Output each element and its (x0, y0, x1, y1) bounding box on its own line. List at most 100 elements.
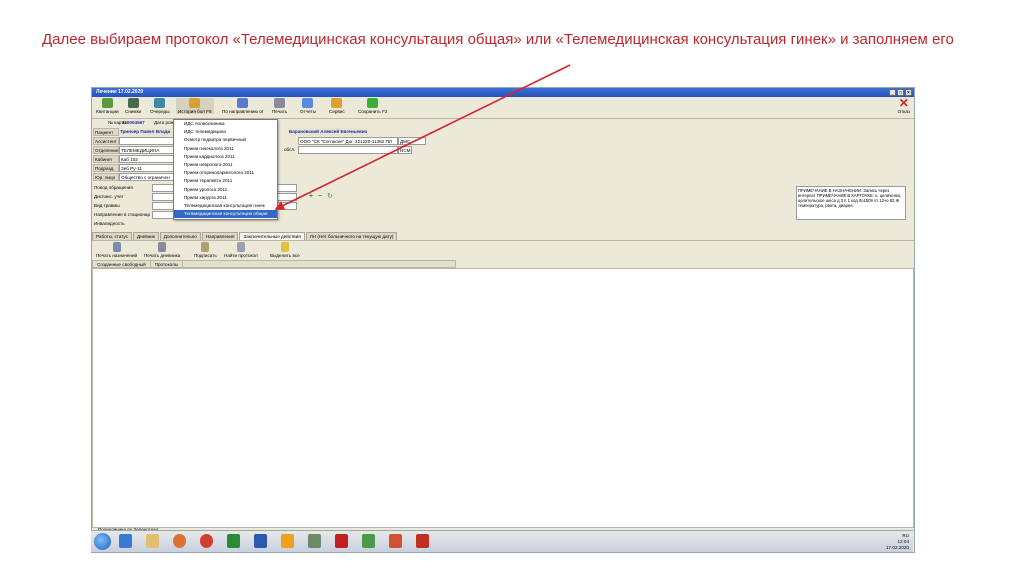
tool-icon[interactable] (362, 534, 375, 548)
history-button[interactable]: История бол F8 (176, 98, 214, 114)
tab-works-status[interactable]: Работы, статус (92, 232, 133, 240)
print-button[interactable]: Печать (272, 98, 287, 114)
tab-sick-leave[interactable]: ЛН (Нет больничного на текущую дату) (305, 232, 398, 240)
subdivision-field[interactable]: Зеб Ру-11 (119, 164, 174, 172)
print-assign-icon (112, 242, 121, 252)
add-icon[interactable]: + (309, 193, 313, 201)
minimize-button[interactable]: _ (889, 89, 896, 96)
card-number: 110004567 (122, 120, 145, 125)
ie-icon[interactable] (119, 534, 132, 548)
print-icon (274, 98, 286, 108)
find-protocol-button[interactable]: Найти протокол (224, 242, 258, 258)
system-tray: RU 12:04 17.02.2020 (886, 533, 909, 551)
dropdown-item[interactable]: ИДС полисклиника (174, 120, 277, 128)
tab-referrals[interactable]: Направления (201, 232, 239, 240)
service-button[interactable]: Сервис (329, 98, 345, 114)
doctor-name: Барановский Алексей Евгеньевич (288, 128, 368, 136)
tab-final-actions[interactable]: Заключительные действия (239, 232, 305, 240)
dropdown-item[interactable]: Прием уролога 2011 (174, 186, 277, 194)
excel-icon[interactable] (227, 534, 240, 548)
paint-icon[interactable] (389, 534, 402, 548)
camera-button[interactable]: Снимки (125, 98, 141, 114)
window-controls: _ □ × (889, 89, 912, 96)
reports-button[interactable]: Отчеты (300, 98, 316, 114)
receipt-button[interactable]: Квитанции (96, 98, 119, 114)
clock-time: 12:04 (897, 539, 910, 544)
sign-icon (201, 242, 210, 252)
save-icon (367, 98, 379, 108)
contract-type-select[interactable]: ДМС (398, 137, 426, 145)
patient-label: Пациент (93, 128, 119, 136)
windows-taskbar: RU 12:04 17.02.2020 (91, 530, 913, 552)
history-icon (189, 98, 201, 108)
camera-icon (127, 98, 139, 108)
dropdown-item[interactable]: Прием кардиолога 2011 (174, 153, 277, 161)
save-button[interactable]: Сохранить F2 (358, 98, 387, 114)
referral-button[interactable]: По направлению от (222, 98, 264, 114)
slide-caption: Далее выбираем протокол «Телемедицинская… (42, 31, 954, 48)
contract-field[interactable]: ООО "СК "Согласие" Дог. 321220-11382 ПЛ (298, 137, 398, 145)
dropdown-item[interactable]: Прием оториноларинголога 2011 (174, 169, 277, 177)
dropdown-item[interactable]: Прием гинеколога 2011 (174, 145, 277, 153)
remove-icon[interactable]: − (318, 193, 322, 201)
start-button[interactable] (94, 533, 111, 550)
print-diary-button[interactable]: Печать дневника (144, 242, 180, 258)
language-indicator[interactable]: RU (902, 533, 909, 538)
subdivision-label: Подразд. (93, 164, 119, 172)
referral-icon (237, 98, 249, 108)
queue-button[interactable]: Очереды (150, 98, 170, 114)
reports-icon (302, 98, 314, 108)
dropdown-item[interactable]: Прием хирурга 2011 (174, 194, 277, 202)
hospital-label: Направление в стационар (94, 212, 150, 217)
sign-button[interactable]: Подписать (194, 242, 217, 258)
window-title: Лечение 17.02.2020 (96, 89, 144, 95)
dropdown-item[interactable]: Телемедицинская консультация гинек (174, 202, 277, 210)
birth-date-label: Дата рож (154, 120, 174, 125)
window-titlebar: Лечение 17.02.2020 _ □ × (92, 88, 914, 97)
obs-field[interactable] (298, 146, 398, 154)
print-assignments-button[interactable]: Печать назначений (96, 242, 137, 258)
cabinet-field[interactable]: Каб 102 (119, 155, 174, 163)
main-toolbar: Квитанции Снимки Очереды История бол F8 … (92, 97, 914, 119)
dropdown-item-selected[interactable]: Телемедицинская консультация общая (174, 210, 277, 219)
department-field[interactable]: ТЕЛЕМЕДИЦИНА (119, 146, 174, 154)
word-icon[interactable] (254, 534, 267, 548)
dropdown-item[interactable]: Прием невролога 2011 (174, 161, 277, 169)
cabinet-label: Кабинет (93, 155, 119, 163)
maximize-button[interactable]: □ (897, 89, 904, 96)
onec-icon[interactable] (281, 534, 294, 548)
media-icon[interactable] (173, 534, 186, 548)
injury-label: Вид травмы (94, 203, 120, 208)
pdf-icon[interactable] (335, 534, 348, 548)
legal-entity-field[interactable]: Общество с ограничен (119, 173, 174, 181)
subtab-protocols[interactable]: Протоколы (151, 261, 184, 267)
select-all-button[interactable]: Выделить все (270, 242, 300, 258)
dropdown-item[interactable]: ИДС телемедицина (174, 128, 277, 136)
powerpoint-icon[interactable] (416, 534, 429, 548)
cancel-button[interactable]: ✕ Отказ (898, 97, 910, 114)
service-icon (331, 98, 343, 108)
protocol-dropdown: ИДС полисклиника ИДС телемедицина Осмотр… (173, 119, 278, 220)
find-icon (236, 242, 245, 252)
chrome-icon[interactable] (200, 534, 213, 548)
tab-strip: Работы, статус Дневник Дополнительно Нап… (92, 232, 914, 240)
obs-label: обсл. (284, 147, 296, 152)
subtab-created[interactable]: Созданные свободный (93, 261, 151, 267)
app-icon[interactable] (308, 534, 321, 548)
close-button[interactable]: × (905, 89, 912, 96)
clock-date: 17.02.2020 (886, 545, 909, 550)
secondary-toolbar: Печать назначений Печать дневника Подпис… (92, 240, 914, 261)
subtab-strip: Созданные свободный Протоколы (92, 260, 456, 268)
tab-additional[interactable]: Дополнительно (159, 232, 201, 240)
patient-name: Тринчер Павел Влади (119, 128, 174, 136)
dropdown-item[interactable]: Осмотр педиатра первичный (174, 136, 277, 144)
refresh-icon[interactable]: ↻ (327, 193, 333, 201)
nsm-field[interactable]: НСМ (398, 146, 412, 154)
assistant-field[interactable] (119, 137, 174, 145)
tab-diary[interactable]: Дневник (133, 232, 159, 240)
folder-icon[interactable] (146, 534, 159, 548)
application-window: Лечение 17.02.2020 _ □ × Квитанции Снимк… (91, 87, 915, 553)
note-box: ПРИМЕЧАНИЕ В НАЗНАЧЕНИИ: Запись через ин… (796, 186, 906, 220)
dropdown-item[interactable]: Прием терапевта 2011 (174, 177, 277, 185)
disability-label: Инвалидность (94, 221, 125, 226)
